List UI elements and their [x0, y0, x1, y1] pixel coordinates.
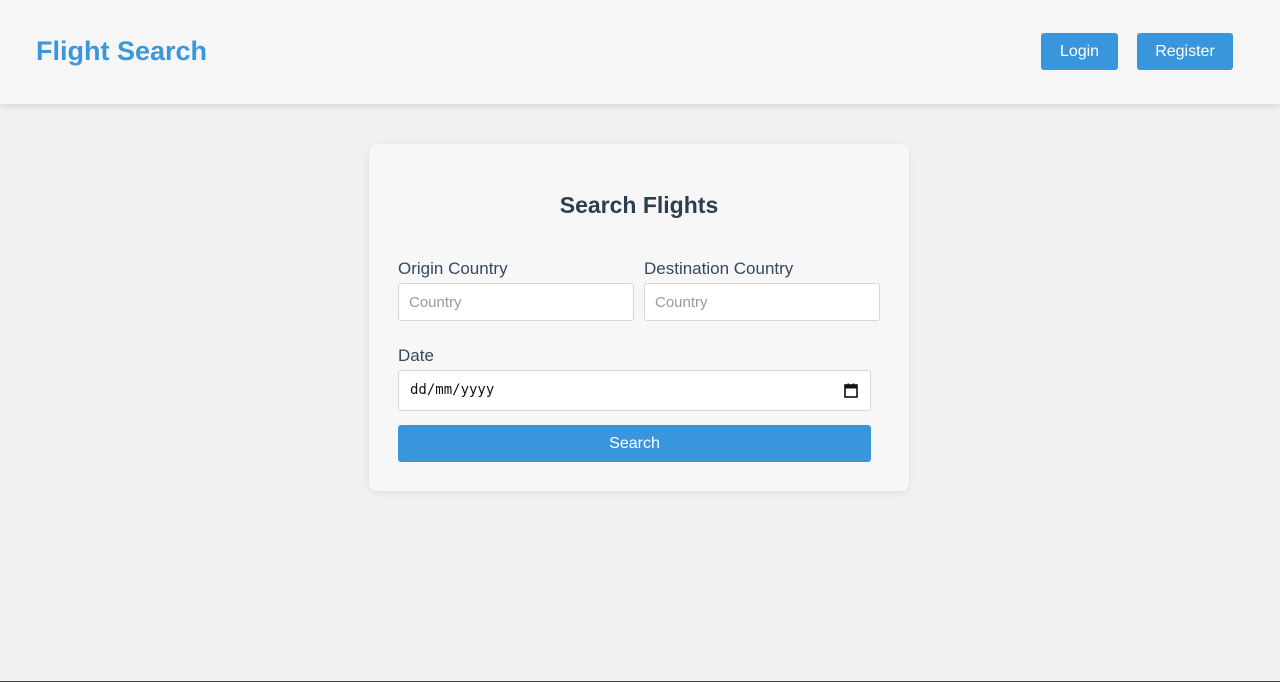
date-value: dd/mm/yyyy [410, 382, 495, 398]
register-button[interactable]: Register [1137, 33, 1233, 70]
top-header: Flight Search Login Register [0, 0, 1280, 104]
search-button[interactable]: Search [398, 425, 871, 462]
date-input[interactable]: dd/mm/yyyy [398, 370, 871, 411]
login-button[interactable]: Login [1041, 33, 1118, 70]
date-label: Date [398, 346, 434, 365]
calendar-icon[interactable] [844, 383, 858, 398]
form-title: Search Flights [559, 192, 719, 218]
destination-country-input[interactable] [644, 283, 880, 321]
origin-country-label: Origin Country [398, 259, 508, 278]
site-title[interactable]: Flight Search [36, 36, 207, 67]
origin-country-input[interactable] [398, 283, 634, 321]
search-card: Search Flights Origin Country Destinatio… [369, 144, 909, 491]
destination-country-label: Destination Country [644, 259, 794, 278]
